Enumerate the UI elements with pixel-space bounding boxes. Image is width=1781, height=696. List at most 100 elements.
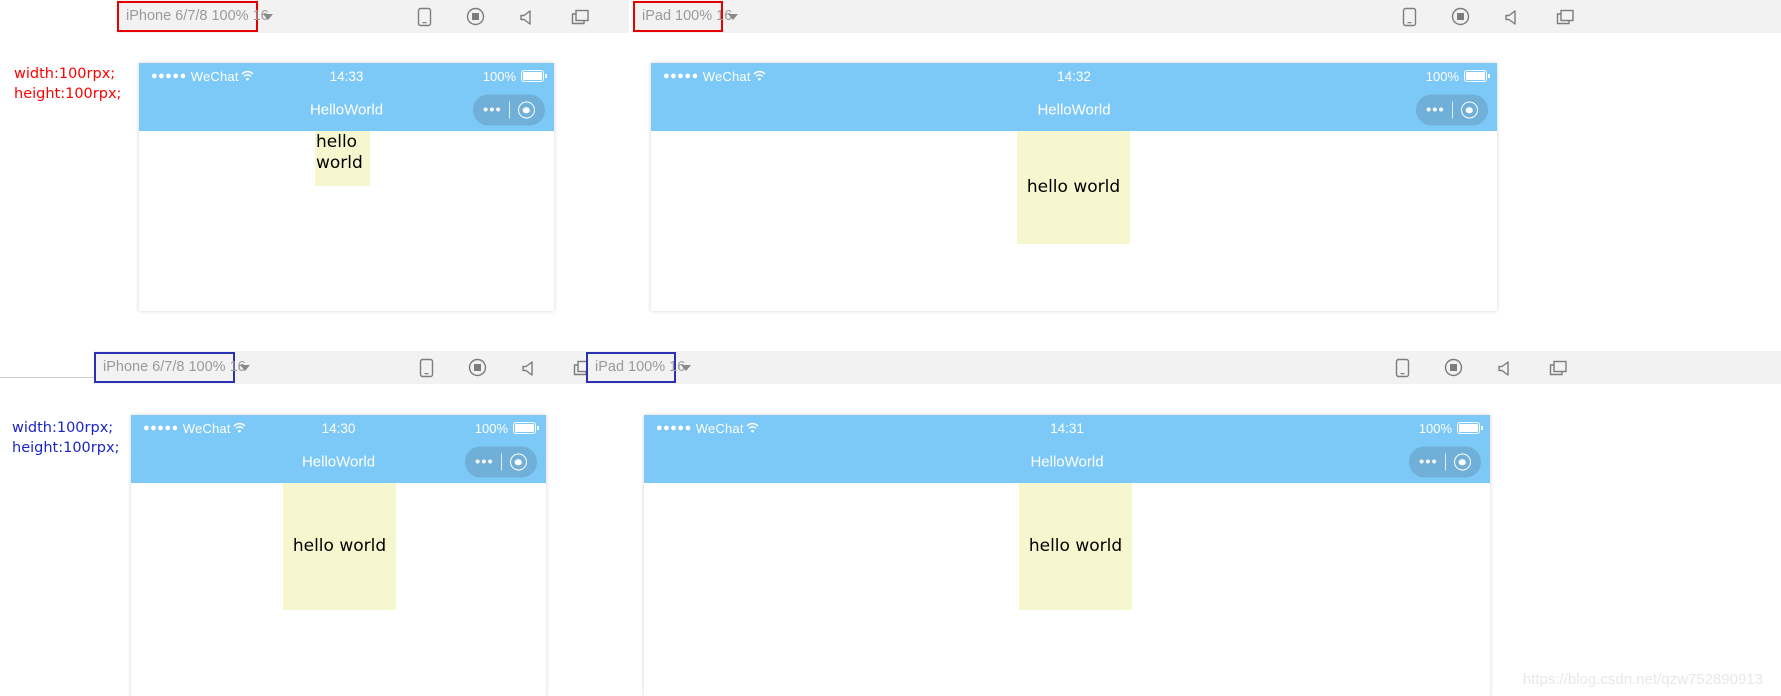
simulator-header: ●●●●● WeChat 14:33 100% HelloWorld ••• — [139, 63, 554, 131]
annotation-line-height: height:100rpx; — [12, 440, 120, 456]
battery-status: 100% — [482, 68, 547, 84]
window-icon[interactable] — [1549, 359, 1568, 377]
annotation-line-height: height:100rpx; — [14, 86, 122, 102]
battery-percent-label: 100% — [474, 420, 508, 436]
wechat-capsule-button[interactable]: ••• — [1409, 446, 1481, 478]
battery-icon — [1457, 422, 1483, 434]
record-icon[interactable] — [1444, 358, 1463, 377]
close-target-icon[interactable] — [517, 101, 535, 119]
signal-dots: ●●●●● — [656, 422, 692, 434]
wifi-icon — [753, 69, 766, 84]
carrier-status: ●●●●● WeChat — [151, 69, 254, 84]
hello-world-text: hello world — [292, 535, 387, 556]
nav-bar: HelloWorld ••• — [139, 89, 554, 131]
window-icon[interactable] — [571, 8, 590, 26]
sound-icon[interactable] — [519, 8, 537, 26]
carrier-label: WeChat — [695, 420, 744, 436]
close-target-icon[interactable] — [1453, 453, 1471, 471]
page-title: HelloWorld — [1037, 101, 1111, 119]
status-time: 14:31 — [1050, 420, 1084, 436]
record-icon[interactable] — [1451, 7, 1470, 26]
signal-dots: ●●●●● — [663, 70, 699, 82]
window-icon[interactable] — [1556, 8, 1575, 26]
device-toggle-icon[interactable] — [417, 7, 432, 27]
record-icon[interactable] — [468, 358, 487, 377]
close-target-icon[interactable] — [509, 453, 527, 471]
signal-dots: ●●●●● — [151, 70, 187, 82]
device-selector-top-iphone[interactable]: iPhone 6/7/8 100% 16 — [117, 1, 269, 32]
carrier-label: WeChat — [702, 68, 751, 84]
device-selector-top-ipad[interactable]: iPad 100% 16 — [633, 1, 732, 32]
capsule-divider — [1445, 453, 1447, 471]
device-toggle-icon[interactable] — [1402, 7, 1417, 27]
battery-status: 100% — [1425, 68, 1490, 84]
simulator-top-iphone: ●●●●● WeChat 14:33 100% HelloWorld ••• h… — [139, 63, 554, 311]
battery-percent-label: 100% — [1425, 68, 1459, 84]
device-selector-label: iPad 100% 16 — [642, 8, 733, 25]
device-selector-label: iPhone 6/7/8 100% 16 — [103, 359, 246, 376]
devtools-toolbar-bottom-ipad: iPad 100% 16 — [586, 351, 1781, 384]
status-bar: ●●●●● WeChat 14:33 100% — [139, 63, 554, 89]
status-bar: ●●●●● WeChat 14:32 100% — [651, 63, 1497, 89]
carrier-label: WeChat — [182, 420, 231, 436]
status-bar: ●●●●● WeChat 14:30 100% — [131, 415, 546, 441]
hello-world-text: hello world — [1026, 176, 1121, 197]
chevron-down-icon[interactable] — [263, 13, 273, 20]
simulator-bottom-ipad: ●●●●● WeChat 14:31 100% HelloWorld ••• h… — [644, 415, 1490, 696]
hello-world-box: hello world — [283, 483, 396, 610]
devtools-toolbar-top-iphone: iPhone 6/7/8 100% 16 — [117, 0, 629, 33]
annotation-top: width:100rpx; height:100rpx; — [14, 64, 121, 104]
carrier-status: ●●●●● WeChat — [656, 421, 759, 436]
sound-icon[interactable] — [1504, 8, 1522, 26]
battery-icon — [1464, 70, 1490, 82]
battery-percent-label: 100% — [1418, 420, 1452, 436]
battery-status: 100% — [474, 420, 539, 436]
sound-icon[interactable] — [521, 359, 539, 377]
capsule-divider — [509, 101, 511, 119]
simulator-top-ipad: ●●●●● WeChat 14:32 100% HelloWorld ••• h… — [651, 63, 1497, 311]
battery-icon — [521, 70, 547, 82]
hello-world-box: hello world — [315, 131, 370, 186]
status-bar: ●●●●● WeChat 14:31 100% — [644, 415, 1490, 441]
simulator-body: hello world — [651, 131, 1497, 311]
device-selector-bottom-iphone[interactable]: iPhone 6/7/8 100% 16 — [94, 352, 246, 383]
chevron-down-icon[interactable] — [681, 364, 691, 371]
simulator-header: ●●●●● WeChat 14:32 100% HelloWorld ••• — [651, 63, 1497, 131]
simulator-body: hello world — [644, 483, 1490, 696]
hello-world-text: hello world — [316, 132, 363, 174]
capsule-divider — [1452, 101, 1454, 119]
annotation-line-width: width:100rpx; — [12, 420, 114, 436]
page-title: HelloWorld — [309, 101, 384, 119]
carrier-label: WeChat — [190, 68, 239, 84]
carrier-status: ●●●●● WeChat — [663, 69, 766, 84]
device-selector-label: iPhone 6/7/8 100% 16 — [126, 8, 269, 25]
status-time: 14:32 — [1057, 68, 1091, 84]
nav-bar: HelloWorld ••• — [131, 441, 546, 483]
status-time: 14:30 — [321, 420, 356, 436]
device-toggle-icon[interactable] — [419, 358, 434, 378]
devtools-toolbar-bottom-iphone: iPhone 6/7/8 100% 16 — [94, 351, 631, 384]
device-selector-label: iPad 100% 16 — [595, 359, 686, 376]
page-title: HelloWorld — [301, 453, 376, 471]
status-time: 14:33 — [329, 68, 364, 84]
close-target-icon[interactable] — [1460, 101, 1478, 119]
devtools-toolbar-top-ipad: iPad 100% 16 — [633, 0, 1781, 33]
wechat-capsule-button[interactable]: ••• — [1416, 94, 1488, 126]
annotation-bottom: width:100rpx; height:100rpx; — [12, 418, 119, 458]
chevron-down-icon[interactable] — [240, 364, 250, 371]
simulator-bottom-iphone: ●●●●● WeChat 14:30 100% HelloWorld ••• h… — [131, 415, 546, 696]
annotation-line-width: width:100rpx; — [14, 66, 116, 82]
nav-bar: HelloWorld ••• — [644, 441, 1490, 483]
device-toggle-icon[interactable] — [1395, 358, 1410, 378]
chevron-down-icon[interactable] — [728, 13, 738, 20]
battery-percent-label: 100% — [482, 68, 516, 84]
simulator-header: ●●●●● WeChat 14:30 100% HelloWorld ••• — [131, 415, 546, 483]
wechat-capsule-button[interactable]: ••• — [473, 94, 545, 126]
wifi-icon — [241, 69, 254, 84]
device-selector-bottom-ipad[interactable]: iPad 100% 16 — [586, 352, 685, 383]
page-title: HelloWorld — [1030, 453, 1104, 471]
record-icon[interactable] — [466, 7, 485, 26]
sound-icon[interactable] — [1497, 359, 1515, 377]
wechat-capsule-button[interactable]: ••• — [465, 446, 537, 478]
hello-world-text: hello world — [1028, 535, 1123, 556]
